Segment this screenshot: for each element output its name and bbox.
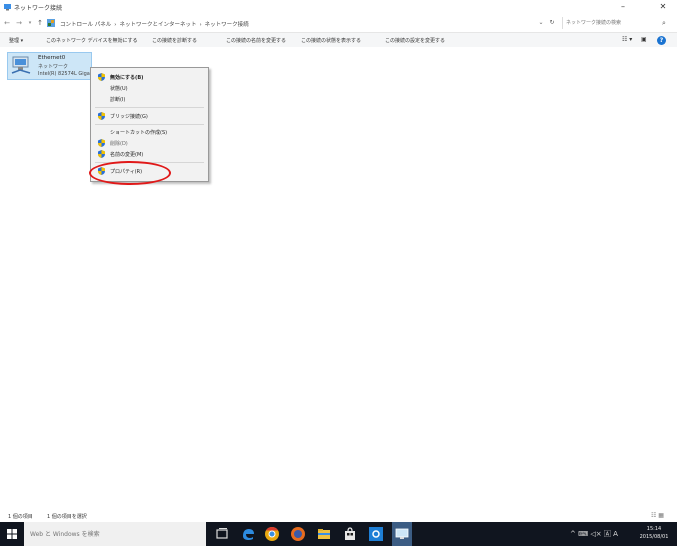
search-input[interactable] — [566, 18, 654, 27]
breadcrumb-network-connections[interactable]: ネットワーク接続 — [205, 22, 249, 28]
uac-shield-icon — [98, 139, 105, 147]
start-button-windows-icon[interactable] — [0, 522, 24, 546]
network-connections-icon — [4, 4, 11, 11]
network-adapter-item[interactable]: Ethernet0 ネットワーク Intel(R) 82574L Gigabit… — [7, 52, 101, 80]
breadcrumb-control-panel[interactable]: コントロール パネル — [60, 22, 111, 28]
clock-time: 15:14 — [646, 526, 662, 532]
menu-item-rename[interactable]: 名前の変更(M) — [91, 149, 208, 159]
adapter-name: Ethernet0 — [38, 55, 66, 61]
diagnose-command[interactable]: この接続を診断する — [152, 37, 197, 44]
menu-item-label: 診断(I) — [110, 97, 126, 103]
change-settings-command[interactable]: この接続の設定を変更する — [385, 37, 445, 44]
system-tray[interactable]: ^ ⌨ ◁× 🄰 A — [570, 529, 618, 539]
minimize-button[interactable]: – — [614, 1, 632, 13]
store-icon[interactable] — [342, 526, 358, 542]
menu-separator — [95, 107, 204, 108]
close-button[interactable]: ✕ — [654, 1, 672, 13]
taskbar-search-input[interactable] — [30, 529, 200, 539]
menu-item-delete[interactable]: 削除(D) — [91, 138, 208, 148]
status-bar: 1 個の項目 1 個の項目を選択 ☷ ▦ — [0, 510, 677, 522]
command-bar: 整理 ▾ このネットワーク デバイスを無効にする この接続を診断する この接続の… — [0, 33, 677, 47]
menu-item-label: 削除(D) — [110, 141, 128, 147]
refresh-button[interactable]: ↻ — [547, 18, 557, 28]
file-explorer-icon[interactable] — [316, 526, 332, 542]
control-panel-icon — [47, 19, 55, 27]
menu-item-create-shortcut[interactable]: ショートカットの作成(S) — [91, 127, 208, 137]
highlight-annotation — [89, 161, 171, 185]
search-icon[interactable]: ⌕ — [659, 17, 669, 29]
organize-button[interactable]: 整理 ▾ — [9, 37, 23, 44]
uac-shield-icon — [98, 150, 105, 158]
network-adapter-icon — [11, 56, 31, 74]
adapter-status: ネットワーク — [38, 64, 69, 70]
change-view-button[interactable]: ☷ ▾ — [622, 36, 632, 43]
taskbar-search[interactable] — [24, 522, 206, 546]
uac-shield-icon — [98, 73, 105, 81]
breadcrumb-separator[interactable]: › — [199, 22, 201, 28]
clock-date: 2015/08/01 — [639, 534, 669, 540]
disable-device-command[interactable]: このネットワーク デバイスを無効にする — [46, 37, 138, 44]
chrome-icon[interactable] — [264, 526, 280, 542]
preview-pane-button[interactable]: ▣ — [641, 36, 647, 43]
recent-locations-button[interactable]: ▾ — [25, 17, 35, 29]
taskbar: ^ ⌨ ◁× 🄰 A 15:14 2015/08/01 — [0, 522, 677, 546]
breadcrumb-network-internet[interactable]: ネットワークとインターネット — [119, 22, 196, 28]
search-box[interactable]: ⌕ — [562, 17, 673, 29]
menu-item-label: ショートカットの作成(S) — [110, 130, 168, 136]
uac-shield-icon — [98, 112, 105, 120]
firefox-icon[interactable] — [290, 526, 306, 542]
menu-item-disable[interactable]: 無効にする(B) — [91, 72, 208, 82]
settings-app-icon[interactable] — [368, 526, 384, 542]
network-connections-taskbar-icon[interactable] — [394, 526, 410, 542]
clock[interactable]: 15:14 2015/08/01 — [634, 525, 674, 541]
menu-separator — [95, 124, 204, 125]
breadcrumb-separator[interactable]: › — [114, 22, 116, 28]
task-view-icon[interactable] — [214, 526, 230, 542]
menu-item-label: ブリッジ接続(G) — [110, 114, 148, 120]
view-status-command[interactable]: この接続の状態を表示する — [301, 37, 361, 44]
menu-item-diagnose[interactable]: 診断(I) — [91, 94, 208, 104]
window-title: ネットワーク接続 — [14, 5, 63, 12]
address-bar: ← → ▾ ↑ コントロール パネル › ネットワークとインターネット › ネットワーク… — [0, 14, 677, 33]
item-count: 1 個の項目 — [8, 514, 33, 520]
selected-count: 1 個の項目を選択 — [47, 514, 87, 520]
title-bar: ネットワーク接続 – ✕ — [0, 0, 677, 14]
menu-item-status[interactable]: 状態(U) — [91, 83, 208, 93]
up-button[interactable]: ↑ — [35, 17, 45, 29]
menu-item-label: 無効にする(B) — [110, 75, 144, 81]
back-button[interactable]: ← — [2, 17, 12, 29]
menu-item-bridge[interactable]: ブリッジ接続(G) — [91, 111, 208, 121]
view-toggle-buttons[interactable]: ☷ ▦ — [651, 512, 664, 519]
rename-command[interactable]: この接続の名前を変更する — [226, 37, 286, 44]
edge-browser-icon[interactable] — [240, 526, 256, 542]
breadcrumb: コントロール パネル › ネットワークとインターネット › ネットワーク接続 — [60, 20, 252, 28]
address-dropdown-button[interactable]: ⌄ — [536, 18, 546, 28]
menu-item-label: 状態(U) — [110, 86, 128, 92]
menu-item-label: 名前の変更(M) — [110, 152, 144, 158]
help-button[interactable]: ? — [657, 36, 666, 45]
forward-button[interactable]: → — [14, 17, 24, 29]
